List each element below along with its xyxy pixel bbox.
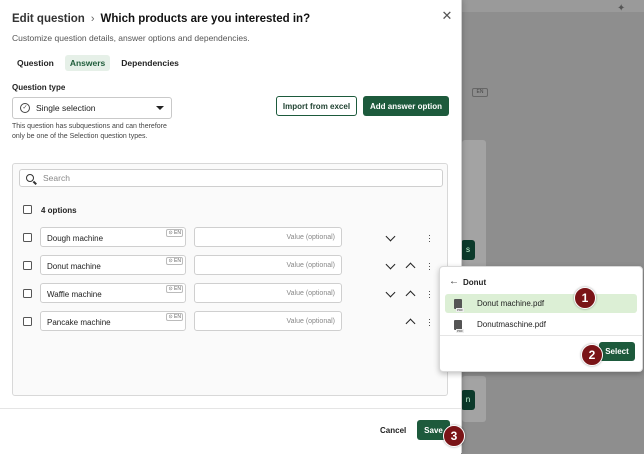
option-name-input[interactable]: Pancake machine ⊙ EN [40, 311, 186, 331]
background-button: n [461, 390, 475, 410]
title-prefix: Edit question [12, 13, 85, 25]
chevron-down-icon[interactable] [385, 231, 396, 242]
arrow-left-icon[interactable]: ← [449, 276, 459, 287]
chevron-right-icon: › [90, 13, 95, 25]
option-name: Dough machine [47, 234, 104, 243]
activity-icon: ✦ [617, 3, 626, 14]
option-value-input[interactable]: Value (optional) [194, 255, 342, 275]
option-name: Pancake machine [47, 318, 111, 327]
chevron-up-icon[interactable] [405, 290, 416, 301]
chevron-up-icon[interactable] [405, 262, 416, 273]
option-checkbox[interactable] [23, 233, 32, 242]
option-value-input[interactable]: Value (optional) [194, 283, 342, 303]
step-badge-3: 3 [443, 425, 465, 447]
popup-divider [440, 335, 642, 336]
option-name: Waffle machine [47, 290, 102, 299]
more-options-icon[interactable]: · · · [428, 315, 431, 330]
option-checkbox[interactable] [23, 317, 32, 326]
select-all-checkbox[interactable] [23, 205, 32, 214]
lang-badge: ⊙ EN [166, 229, 183, 237]
option-value-input[interactable]: Value (optional) [194, 311, 342, 331]
folder-name: Donut [463, 278, 487, 287]
search-input[interactable]: Search [19, 169, 443, 187]
lang-badge: ⊙ EN [166, 257, 183, 265]
pdf-file-icon [454, 319, 464, 333]
select-button[interactable]: Select [599, 342, 635, 361]
tab-dependencies[interactable]: Dependencies [116, 55, 184, 71]
tab-answers[interactable]: Answers [64, 55, 111, 71]
modal-subtitle: Customize question details, answer optio… [12, 33, 250, 43]
more-options-icon[interactable]: · · · [428, 231, 431, 246]
step-badge-1: 1 [574, 287, 596, 309]
option-value-input[interactable]: Value (optional) [194, 227, 342, 247]
background-lang-badge: EN [472, 88, 488, 97]
option-checkbox[interactable] [23, 261, 32, 270]
add-answer-option-button[interactable]: Add answer option [363, 96, 449, 116]
pdf-file-icon [454, 298, 464, 312]
check-circle-icon: ✓ [20, 103, 30, 113]
search-placeholder: Search [43, 173, 70, 183]
edit-question-modal: Edit question › Which products are you i… [0, 0, 462, 454]
option-name-input[interactable]: Waffle machine ⊙ EN [40, 283, 186, 303]
more-options-icon[interactable]: · · · [428, 287, 431, 302]
lang-badge: ⊙ EN [166, 285, 183, 293]
answer-options-panel: Search 4 options Dough machine ⊙ EN Valu… [12, 163, 448, 396]
file-name: Donut machine.pdf [477, 299, 545, 308]
cancel-button[interactable]: Cancel [380, 426, 406, 435]
options-count: 4 options [41, 206, 77, 215]
modal-title: Edit question › Which products are you i… [12, 11, 310, 27]
option-name-input[interactable]: Dough machine ⊙ EN [40, 227, 186, 247]
step-badge-2: 2 [581, 344, 603, 366]
question-type-value: Single selection [36, 103, 96, 113]
file-name: Donutmaschine.pdf [477, 320, 546, 329]
chevron-up-icon[interactable] [405, 318, 416, 329]
more-options-icon[interactable]: · · · [428, 259, 431, 274]
question-type-select[interactable]: ✓ Single selection [12, 97, 172, 119]
file-item[interactable]: Donut machine.pdf [445, 294, 637, 313]
caret-down-icon [156, 106, 164, 110]
option-checkbox[interactable] [23, 289, 32, 298]
tab-question[interactable]: Question [12, 55, 59, 71]
question-type-note: This question has subquestions and can t… [12, 123, 167, 140]
lang-badge: ⊙ EN [166, 313, 183, 321]
chevron-down-icon[interactable] [385, 287, 396, 298]
tab-bar: Question Answers Dependencies [12, 55, 184, 71]
question-type-label: Question type [12, 83, 66, 92]
chevron-down-icon[interactable] [385, 259, 396, 270]
import-from-excel-button[interactable]: Import from excel [276, 96, 357, 116]
question-title: Which products are you interested in? [100, 13, 311, 25]
option-name: Donut machine [47, 262, 101, 271]
background-button: s [461, 240, 475, 260]
search-icon [26, 174, 34, 182]
option-name-input[interactable]: Donut machine ⊙ EN [40, 255, 186, 275]
file-item[interactable]: Donutmaschine.pdf [445, 315, 637, 334]
file-picker-popup: ← Donut Donut machine.pdf Donutmaschine.… [439, 266, 643, 372]
close-icon[interactable]: ✕ [440, 9, 454, 23]
